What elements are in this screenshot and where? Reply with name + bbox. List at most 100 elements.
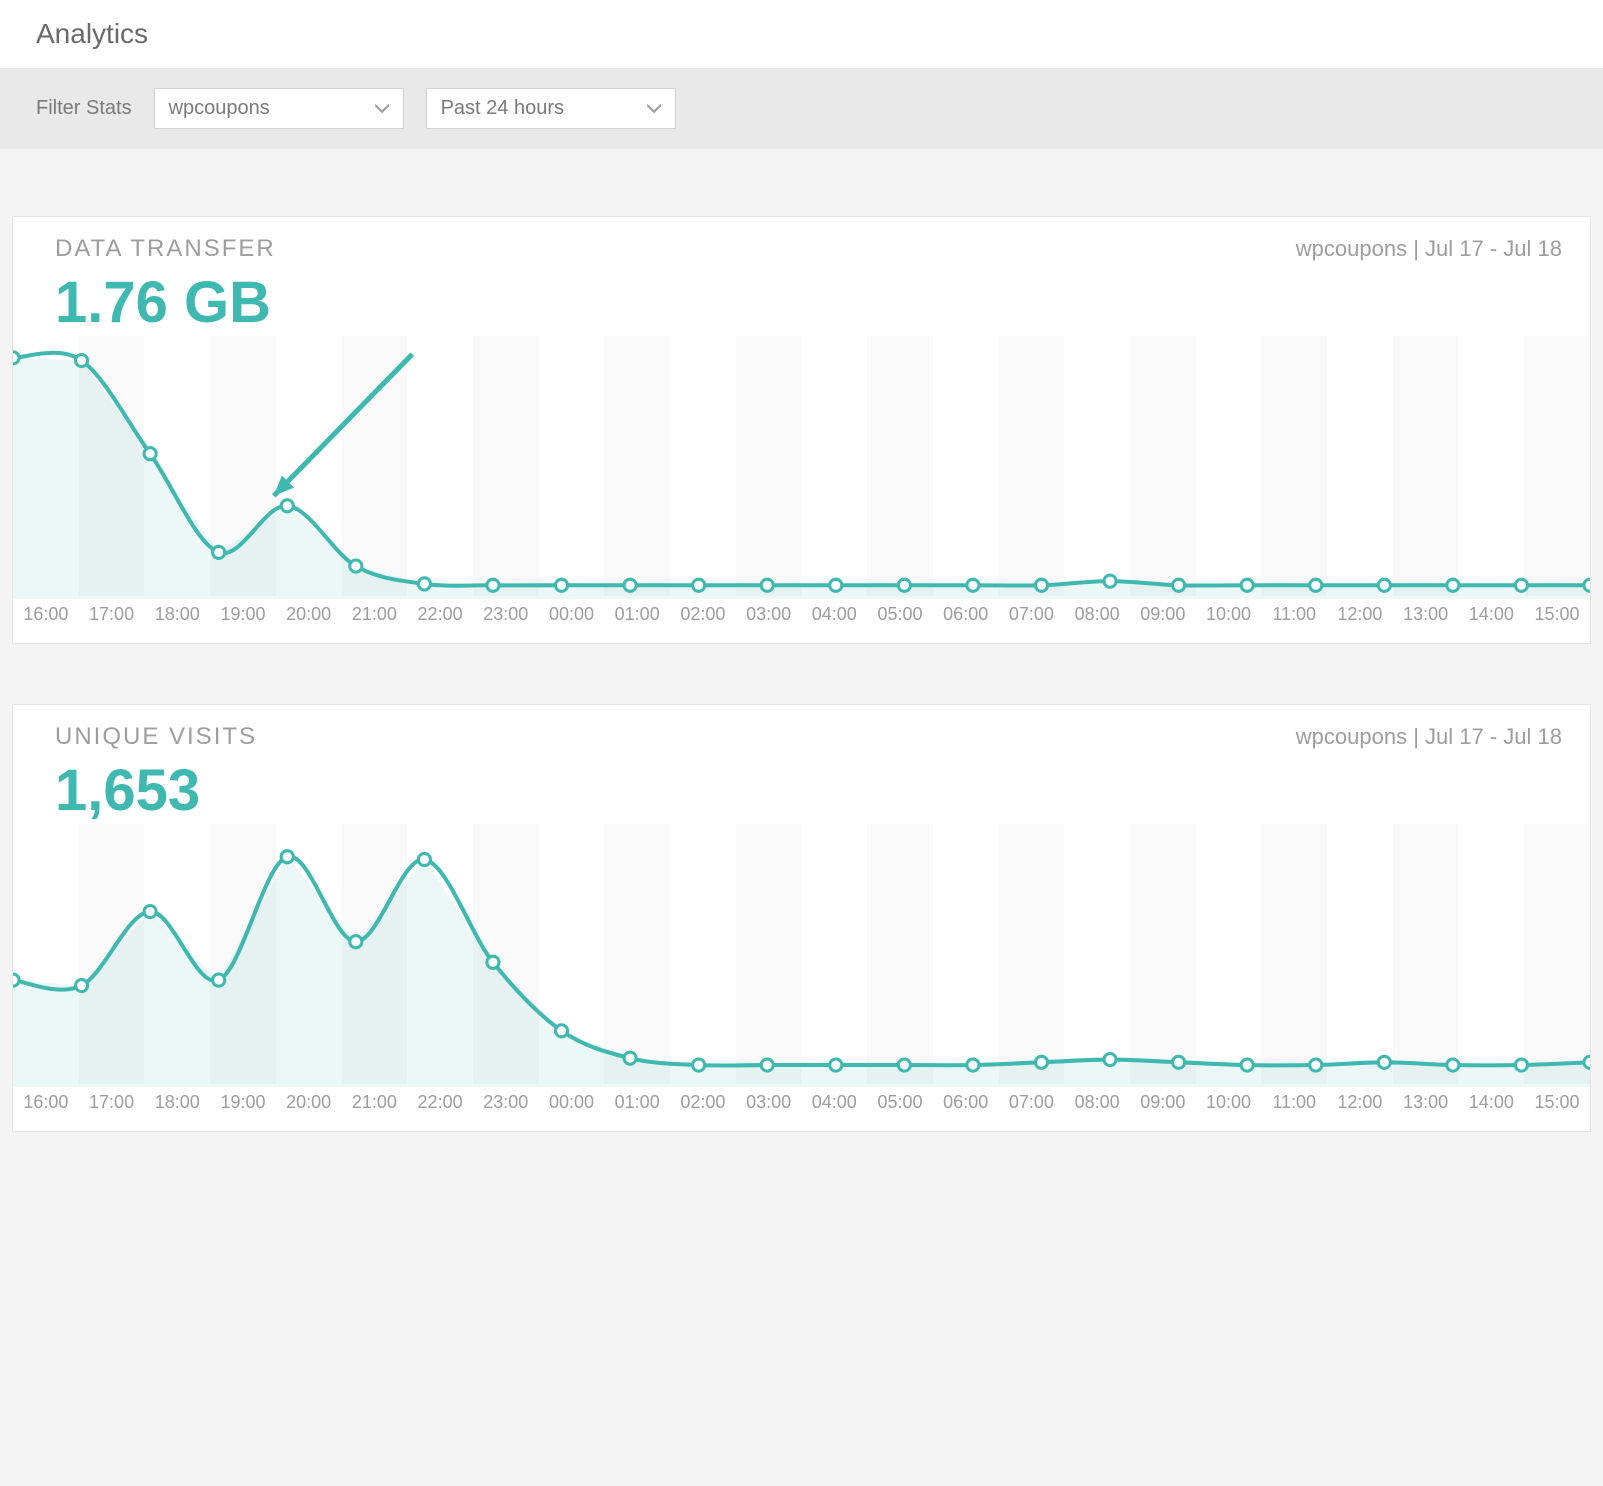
x-tick: 05:00 [867, 1084, 933, 1121]
data-point[interactable] [761, 579, 773, 591]
data-point[interactable] [624, 579, 636, 591]
x-tick: 14:00 [1458, 1084, 1524, 1121]
range-select-value: Past 24 hours [441, 97, 564, 120]
card-value: 1.76 GB [13, 263, 1590, 336]
filter-label: Filter Stats [36, 97, 132, 120]
card-value: 1,653 [13, 751, 1590, 824]
x-tick: 16:00 [13, 1084, 79, 1121]
x-tick: 01:00 [604, 1084, 670, 1121]
data-point[interactable] [1241, 579, 1253, 591]
card-range: wpcoupons | Jul 17 - Jul 18 [1296, 236, 1562, 262]
x-tick: 15:00 [1524, 596, 1590, 633]
data-point[interactable] [1584, 1056, 1590, 1068]
data-point[interactable] [144, 905, 156, 917]
data-point[interactable] [693, 1059, 705, 1071]
x-tick: 12:00 [1327, 596, 1393, 633]
data-point[interactable] [75, 354, 87, 366]
data-point[interactable] [1104, 575, 1116, 587]
data-point[interactable] [1310, 1059, 1322, 1071]
data-point[interactable] [144, 448, 156, 460]
x-tick: 15:00 [1524, 1084, 1590, 1121]
x-tick: 22:00 [407, 1084, 473, 1121]
x-tick: 14:00 [1458, 596, 1524, 633]
data-point[interactable] [830, 1059, 842, 1071]
x-tick: 02:00 [670, 1084, 736, 1121]
chart-data-transfer [13, 336, 1590, 596]
data-point[interactable] [13, 974, 19, 986]
data-point[interactable] [555, 579, 567, 591]
data-point[interactable] [898, 1059, 910, 1071]
x-tick: 20:00 [276, 596, 342, 633]
data-point[interactable] [1035, 1056, 1047, 1068]
data-point[interactable] [1447, 1059, 1459, 1071]
data-point[interactable] [967, 1059, 979, 1071]
x-tick: 02:00 [670, 596, 736, 633]
site-select[interactable]: wpcoupons [154, 88, 404, 129]
data-point[interactable] [487, 956, 499, 968]
data-point[interactable] [13, 352, 19, 364]
chevron-down-icon [375, 102, 389, 116]
data-point[interactable] [1035, 579, 1047, 591]
data-point[interactable] [693, 579, 705, 591]
x-tick: 07:00 [999, 596, 1065, 633]
x-tick: 18:00 [144, 596, 210, 633]
x-tick: 17:00 [79, 596, 145, 633]
data-point[interactable] [1515, 1059, 1527, 1071]
x-tick: 06:00 [933, 596, 999, 633]
data-point[interactable] [350, 936, 362, 948]
data-point[interactable] [1378, 1056, 1390, 1068]
card-title: UNIQUE VISITS [55, 723, 257, 751]
x-tick: 10:00 [1196, 1084, 1262, 1121]
data-point[interactable] [487, 579, 499, 591]
card-unique-visits: UNIQUE VISITS wpcoupons | Jul 17 - Jul 1… [12, 704, 1591, 1132]
x-tick: 04:00 [801, 596, 867, 633]
data-point[interactable] [624, 1052, 636, 1064]
data-point[interactable] [1173, 1056, 1185, 1068]
data-point[interactable] [213, 974, 225, 986]
x-tick: 17:00 [79, 1084, 145, 1121]
data-point[interactable] [281, 851, 293, 863]
x-tick: 23:00 [473, 596, 539, 633]
data-point[interactable] [350, 560, 362, 572]
data-point[interactable] [75, 979, 87, 991]
data-point[interactable] [555, 1025, 567, 1037]
x-tick: 22:00 [407, 596, 473, 633]
x-tick: 23:00 [473, 1084, 539, 1121]
data-point[interactable] [898, 579, 910, 591]
data-point[interactable] [1241, 1059, 1253, 1071]
data-point[interactable] [967, 579, 979, 591]
x-tick: 13:00 [1393, 1084, 1459, 1121]
x-tick: 00:00 [539, 596, 605, 633]
data-point[interactable] [418, 853, 430, 865]
data-point[interactable] [213, 546, 225, 558]
x-axis: 16:0017:0018:0019:0020:0021:0022:0023:00… [13, 596, 1590, 643]
x-tick: 16:00 [13, 596, 79, 633]
data-point[interactable] [1378, 579, 1390, 591]
x-tick: 21:00 [342, 1084, 408, 1121]
x-tick: 04:00 [801, 1084, 867, 1121]
x-tick: 10:00 [1196, 596, 1262, 633]
filter-bar: Filter Stats wpcoupons Past 24 hours [0, 68, 1603, 149]
data-point[interactable] [1584, 579, 1590, 591]
x-tick: 11:00 [1261, 596, 1327, 633]
x-tick: 21:00 [342, 596, 408, 633]
data-point[interactable] [1310, 579, 1322, 591]
data-point[interactable] [1173, 579, 1185, 591]
x-tick: 07:00 [999, 1084, 1065, 1121]
data-point[interactable] [1104, 1053, 1116, 1065]
data-point[interactable] [281, 500, 293, 512]
data-point[interactable] [830, 579, 842, 591]
x-tick: 08:00 [1064, 1084, 1130, 1121]
site-select-value: wpcoupons [169, 97, 270, 120]
data-point[interactable] [761, 1059, 773, 1071]
data-point[interactable] [1447, 579, 1459, 591]
data-point[interactable] [1515, 579, 1527, 591]
data-point[interactable] [418, 578, 430, 590]
page-header: Analytics [0, 0, 1603, 68]
x-tick: 18:00 [144, 1084, 210, 1121]
x-tick: 13:00 [1393, 596, 1459, 633]
x-axis: 16:0017:0018:0019:0020:0021:0022:0023:00… [13, 1084, 1590, 1131]
x-tick: 09:00 [1130, 1084, 1196, 1121]
x-tick: 12:00 [1327, 1084, 1393, 1121]
range-select[interactable]: Past 24 hours [426, 88, 676, 129]
